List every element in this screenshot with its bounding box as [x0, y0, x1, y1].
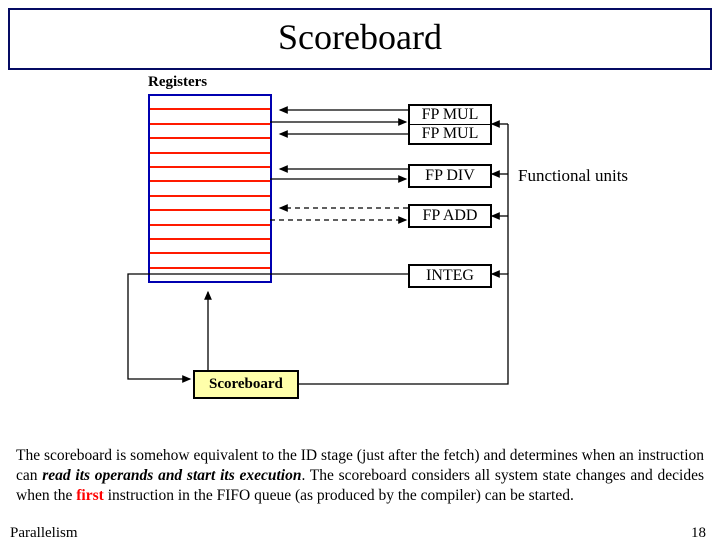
desc-post: instruction in the FIFO queue (as produc…	[104, 487, 574, 504]
fp-add-box: FP ADD	[408, 204, 492, 228]
desc-first-word: first	[76, 487, 104, 504]
connections	[8, 74, 712, 444]
page-title: Scoreboard	[278, 17, 442, 57]
description-paragraph: The scoreboard is somehow equivalent to …	[16, 446, 704, 505]
fp-add-label: FP ADD	[423, 207, 478, 225]
integ-label: INTEG	[426, 267, 474, 285]
page-number: 18	[691, 525, 706, 542]
fp-mul-2-label: FP MUL	[410, 124, 490, 143]
fp-div-box: FP DIV	[408, 164, 492, 188]
integ-box: INTEG	[408, 264, 492, 288]
footer-topic: Parallelism	[10, 525, 78, 542]
scoreboard-box-label: Scoreboard	[209, 376, 283, 392]
title-banner: Scoreboard	[8, 8, 712, 70]
desc-emphasis: read its operands and start its executio…	[42, 467, 301, 484]
scoreboard-diagram: Registers FP MUL FP MUL FP DIV FP ADD IN…	[8, 74, 712, 444]
fp-div-label: FP DIV	[425, 167, 475, 185]
fp-mul-1-label: FP MUL	[410, 106, 490, 124]
fp-mul-pair: FP MUL FP MUL	[408, 104, 492, 145]
scoreboard-box: Scoreboard	[193, 370, 299, 399]
